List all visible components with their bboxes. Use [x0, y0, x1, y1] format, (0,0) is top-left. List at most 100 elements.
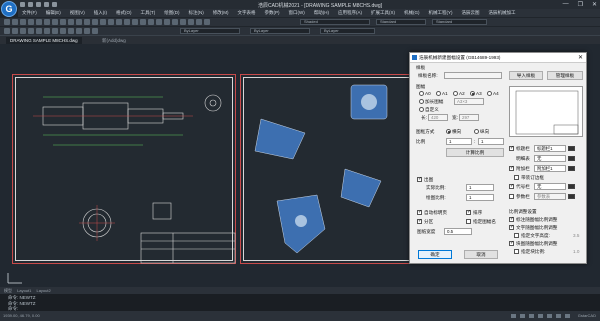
undo-icon[interactable] — [44, 2, 49, 7]
tool-icon[interactable] — [52, 19, 58, 25]
scale-left-field[interactable]: 1 — [446, 138, 472, 145]
lineweight-combo[interactable]: ByLayer — [320, 28, 375, 34]
tool-icon[interactable] — [44, 19, 50, 25]
sort-checkbox[interactable] — [466, 209, 471, 215]
tool-icon[interactable] — [116, 19, 122, 25]
title-block-select[interactable]: 标题栏1 — [534, 145, 566, 152]
zone-checkbox[interactable] — [417, 218, 422, 224]
menu-item[interactable]: 修改(M) — [213, 10, 229, 16]
additional-edit-icon[interactable] — [568, 166, 575, 171]
tool-icon[interactable] — [180, 19, 186, 25]
menu-item[interactable]: 文件(F) — [22, 10, 37, 16]
tool-icon[interactable] — [76, 28, 82, 34]
tool-icon[interactable] — [156, 19, 162, 25]
tool-icon[interactable] — [140, 19, 146, 25]
orientation-horizontal-radio[interactable] — [446, 129, 451, 134]
title-block-checkbox[interactable] — [509, 145, 514, 151]
size-a1-radio[interactable] — [436, 91, 441, 96]
opt2a-checkbox[interactable] — [514, 233, 519, 238]
thickness-field[interactable]: 0.5 — [444, 228, 472, 235]
tool-icon[interactable] — [28, 19, 34, 25]
tool-icon[interactable] — [108, 19, 114, 25]
color-combo[interactable]: ByLayer — [180, 28, 240, 34]
extended-select[interactable]: A3×3 — [454, 98, 484, 105]
tool-icon[interactable] — [172, 19, 178, 25]
tool-icon[interactable] — [28, 28, 34, 34]
menu-item[interactable]: 窗口(W) — [289, 10, 305, 16]
menu-item[interactable]: 标注(N) — [189, 10, 204, 16]
opt1-checkbox[interactable] — [509, 216, 514, 222]
close-button[interactable]: ✕ — [592, 1, 597, 8]
tab-layout2[interactable]: Layout2 — [36, 288, 50, 293]
new-icon[interactable] — [20, 2, 25, 7]
tab-model[interactable]: 模型 — [4, 288, 12, 293]
detail-edit-icon[interactable] — [568, 156, 575, 161]
tool-icon[interactable] — [12, 28, 18, 34]
tool-icon[interactable] — [20, 28, 26, 34]
ortho-toggle-icon[interactable] — [529, 314, 534, 318]
menu-item[interactable]: 绘图(D) — [164, 10, 179, 16]
tool-icon[interactable] — [84, 19, 90, 25]
command-window[interactable]: 命令: NEWTZ 命令: NEWTZ 命令: — [0, 294, 600, 311]
calc-scale-button[interactable]: 计算比例 — [446, 148, 504, 157]
menu-item[interactable]: 视图(V) — [70, 10, 85, 16]
close-icon[interactable]: ✕ — [578, 54, 583, 61]
maximize-button[interactable]: ❐ — [578, 1, 583, 8]
params-edit-icon[interactable] — [568, 194, 575, 199]
ok-button[interactable]: 确定 — [418, 250, 452, 259]
tool-icon[interactable] — [52, 28, 58, 34]
width-field[interactable]: 420 — [428, 114, 448, 121]
menu-item[interactable]: 工具(T) — [141, 10, 156, 16]
real-scale-field[interactable]: 1 — [466, 184, 494, 191]
tool-icon[interactable] — [60, 28, 66, 34]
tool-icon[interactable] — [92, 19, 98, 25]
snap-toggle-icon[interactable] — [511, 314, 516, 318]
import-template-button[interactable]: 导入样板 — [509, 71, 543, 80]
tool-icon[interactable] — [76, 19, 82, 25]
menu-item[interactable]: 浩辰云图 — [462, 10, 480, 16]
save-icon[interactable] — [36, 2, 41, 7]
size-a2-radio[interactable] — [453, 91, 458, 96]
tab-layout1[interactable]: Layout1 — [17, 288, 31, 293]
redo-icon[interactable] — [52, 2, 57, 7]
tool-icon[interactable] — [44, 28, 50, 34]
tool-icon[interactable] — [68, 19, 74, 25]
menu-item[interactable]: 扩展工具(X) — [371, 10, 395, 16]
code-select[interactable]: 无 — [534, 183, 566, 190]
fix-scale-checkbox[interactable] — [417, 176, 422, 182]
params-select[interactable]: 参数表 — [534, 193, 566, 200]
opt3-checkbox[interactable] — [509, 240, 514, 246]
height-field[interactable]: 297 — [459, 114, 479, 121]
params-checkbox[interactable] — [509, 194, 514, 199]
draw-scale-field[interactable]: 1 — [466, 194, 494, 201]
custom-radio[interactable] — [419, 107, 424, 112]
auto-number-checkbox[interactable] — [417, 209, 422, 215]
opt3a-checkbox[interactable] — [514, 249, 519, 254]
menu-item[interactable]: 应用程序(A) — [338, 10, 362, 16]
menu-item[interactable]: 文字表格 — [238, 10, 256, 16]
tool-icon[interactable] — [164, 19, 170, 25]
size-a4-radio[interactable] — [487, 91, 492, 96]
tool-icon[interactable] — [188, 19, 194, 25]
additional-select[interactable]: 附加栏1 — [534, 165, 566, 172]
opt2-checkbox[interactable] — [509, 224, 514, 230]
tool-icon[interactable] — [92, 28, 98, 34]
menu-item[interactable]: 编辑(E) — [46, 10, 61, 16]
title-block-edit-icon[interactable] — [568, 146, 575, 151]
tool-icon[interactable] — [204, 19, 210, 25]
tool-icon[interactable] — [100, 19, 106, 25]
open-icon[interactable] — [28, 2, 33, 7]
lwt-toggle-icon[interactable] — [565, 314, 570, 318]
menu-item[interactable]: 参数(P) — [265, 10, 280, 16]
tool-icon[interactable] — [196, 19, 202, 25]
style-combo[interactable]: Standard — [376, 19, 426, 25]
orientation-vertical-radio[interactable] — [474, 129, 479, 134]
tool-icon[interactable] — [84, 28, 90, 34]
tool-icon[interactable] — [124, 19, 130, 25]
tool-icon[interactable] — [36, 28, 42, 34]
size-a0-radio[interactable] — [419, 91, 424, 96]
style-name-select[interactable] — [444, 72, 502, 79]
code-edit-icon[interactable] — [568, 184, 575, 189]
menu-item[interactable]: 帮助(H) — [314, 10, 329, 16]
style-combo-2[interactable]: Standard — [432, 19, 487, 25]
